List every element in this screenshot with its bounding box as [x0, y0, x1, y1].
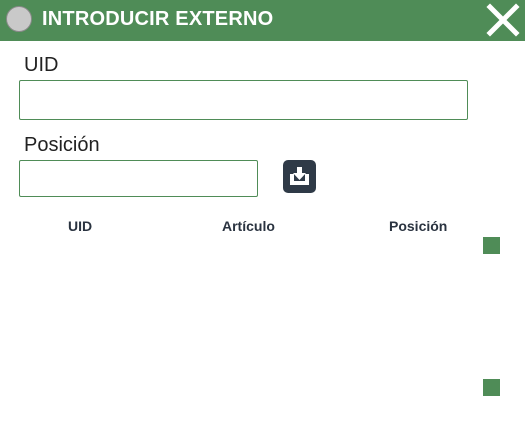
circle-icon	[6, 6, 32, 32]
column-header-article: Artículo	[222, 218, 275, 234]
window-title: INTRODUCIR EXTERNO	[42, 8, 274, 30]
close-icon[interactable]	[486, 3, 520, 37]
position-input[interactable]	[19, 160, 258, 197]
import-button[interactable]	[283, 160, 316, 193]
accent-square-bottom	[483, 379, 500, 396]
title-bar: INTRODUCIR EXTERNO	[0, 0, 525, 41]
column-header-uid: UID	[68, 218, 93, 234]
uid-input[interactable]	[19, 80, 468, 120]
uid-label: UID	[24, 54, 59, 76]
column-header-position: Posición	[389, 218, 448, 234]
position-label: Posición	[24, 134, 100, 156]
accent-square-top	[483, 237, 500, 254]
tray-download-icon	[290, 167, 309, 185]
